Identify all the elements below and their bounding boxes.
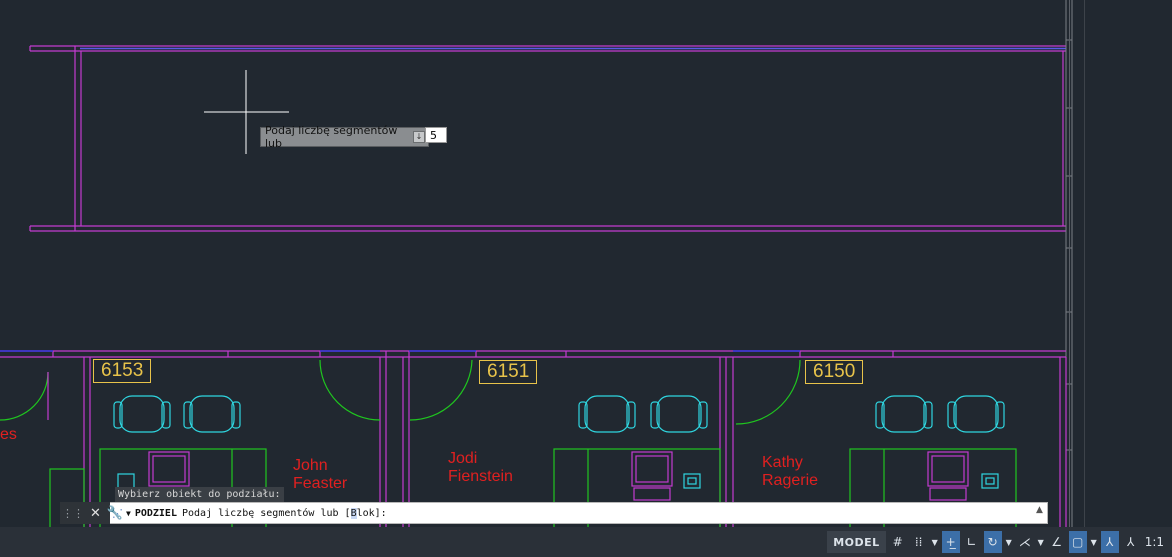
- recent-commands-dropdown-icon[interactable]: ▼: [126, 509, 131, 518]
- status-bar: MODEL # ⁞⁞ ▼ +̲ ∟ ↻ ▼ ⋌ ▼ ∠ ▢ ▼ ⅄ ⅄ 1:1: [0, 527, 1172, 557]
- active-command-name: PODZIEL: [134, 507, 177, 519]
- viewport-divider: [1084, 0, 1085, 527]
- close-icon[interactable]: ✕: [90, 506, 101, 521]
- object-snap-icon[interactable]: ▢: [1068, 531, 1087, 553]
- status-bar-toggles: MODEL # ⁞⁞ ▼ +̲ ∟ ↻ ▼ ⋌ ▼ ∠ ▢ ▼ ⅄ ⅄ 1:1: [827, 530, 1172, 554]
- model-space-button[interactable]: MODEL: [827, 531, 886, 553]
- isometric-dropdown-icon[interactable]: ▼: [1037, 531, 1045, 553]
- room-number-6150: 6150: [805, 360, 864, 384]
- snap-mode-icon[interactable]: ⁞⁞: [910, 531, 928, 553]
- command-line-controls: ⋮⋮ ✕ 🔧: [60, 502, 123, 524]
- dynamic-input-tooltip: Podaj liczbę segmentów lub ↓: [260, 124, 429, 150]
- object-snap-dropdown-icon[interactable]: ▼: [1090, 531, 1098, 553]
- annotation-scale-button[interactable]: 1:1: [1143, 531, 1166, 553]
- isometric-icon[interactable]: ⋌: [1016, 531, 1034, 553]
- command-line-input[interactable]: ⋰ ▼ PODZIEL Podaj liczbę segmentów lub […: [112, 502, 387, 524]
- grid-icon[interactable]: #: [889, 531, 907, 553]
- ortho-icon[interactable]: ∟: [963, 531, 981, 553]
- room-number-6153: 6153: [93, 359, 152, 383]
- polar-dropdown-icon[interactable]: ▼: [1005, 531, 1013, 553]
- command-history-up-icon[interactable]: ▲: [1036, 505, 1043, 515]
- command-history-line: Wybierz obiekt do podziału:: [115, 487, 284, 502]
- drawing-canvas[interactable]: 6153 6151 6150 John Feaster Jodi Fienste…: [0, 0, 1172, 527]
- dynamic-input-prompt: Podaj liczbę segmentów lub: [265, 124, 398, 150]
- drag-handle-icon[interactable]: ⋮⋮: [62, 507, 84, 520]
- object-snap-tracking-icon[interactable]: ∠: [1048, 531, 1066, 553]
- options-down-arrow-icon[interactable]: ↓: [413, 131, 425, 143]
- occupant-name-partial: es: [0, 426, 17, 443]
- occupant-name: John Feaster: [293, 457, 348, 492]
- floor-plan-drawing: [0, 0, 1073, 527]
- command-prompt-suffix: ]:: [374, 507, 387, 519]
- chairs: [113, 395, 1005, 489]
- viewport-divider: [1069, 0, 1070, 527]
- occupant-name: Kathy Ragerie: [762, 454, 819, 489]
- occupant-name: Jodi Fienstein: [448, 450, 513, 485]
- dynamic-input-value-field[interactable]: 5: [425, 127, 447, 143]
- command-prompt-text: Podaj liczbę segmentów lub [: [181, 507, 351, 519]
- option-rest-blok[interactable]: lok: [357, 508, 375, 519]
- annotation-visibility-icon[interactable]: ⅄: [1100, 531, 1119, 553]
- snap-dropdown-icon[interactable]: ▼: [931, 531, 939, 553]
- room-number-6151: 6151: [479, 360, 538, 384]
- recent-commands-icon[interactable]: ⋰: [112, 507, 123, 520]
- polar-tracking-icon[interactable]: ↻: [983, 531, 1002, 553]
- dynamic-input-icon[interactable]: +̲: [941, 531, 960, 553]
- auto-scale-icon[interactable]: ⅄: [1122, 531, 1140, 553]
- corridor-walls: [29, 45, 1066, 232]
